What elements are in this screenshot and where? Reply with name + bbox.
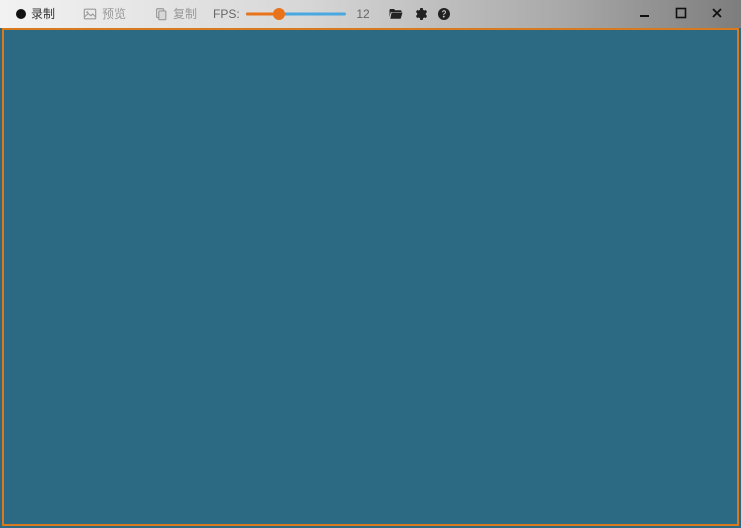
- gear-icon: [412, 6, 428, 22]
- fps-group: FPS: 12: [213, 7, 370, 21]
- settings-button[interactable]: [408, 2, 432, 26]
- fps-slider[interactable]: [246, 7, 346, 21]
- record-icon: [16, 9, 26, 19]
- minimize-icon: [639, 7, 651, 22]
- copy-button[interactable]: 复制: [148, 2, 203, 26]
- app-window: 录制 预览 复制 FPS:: [0, 0, 741, 528]
- record-button[interactable]: 录制: [10, 2, 61, 26]
- image-icon: [83, 7, 97, 21]
- maximize-button[interactable]: [663, 0, 699, 28]
- capture-canvas[interactable]: [2, 28, 739, 526]
- close-icon: [711, 7, 723, 22]
- window-controls: [627, 0, 735, 28]
- maximize-icon: [675, 7, 687, 22]
- help-button[interactable]: [432, 2, 456, 26]
- close-button[interactable]: [699, 0, 735, 28]
- open-folder-button[interactable]: [384, 2, 408, 26]
- preview-button[interactable]: 预览: [77, 2, 132, 26]
- titlebar: 录制 预览 复制 FPS:: [0, 0, 741, 28]
- record-label: 录制: [31, 8, 55, 20]
- fps-label: FPS:: [213, 7, 240, 21]
- help-icon: [436, 6, 452, 22]
- copy-icon: [154, 7, 168, 21]
- slider-thumb[interactable]: [273, 8, 285, 20]
- preview-label: 预览: [102, 8, 126, 20]
- copy-label: 复制: [173, 8, 197, 20]
- folder-open-icon: [388, 6, 404, 22]
- minimize-button[interactable]: [627, 0, 663, 28]
- fps-value: 12: [352, 7, 370, 21]
